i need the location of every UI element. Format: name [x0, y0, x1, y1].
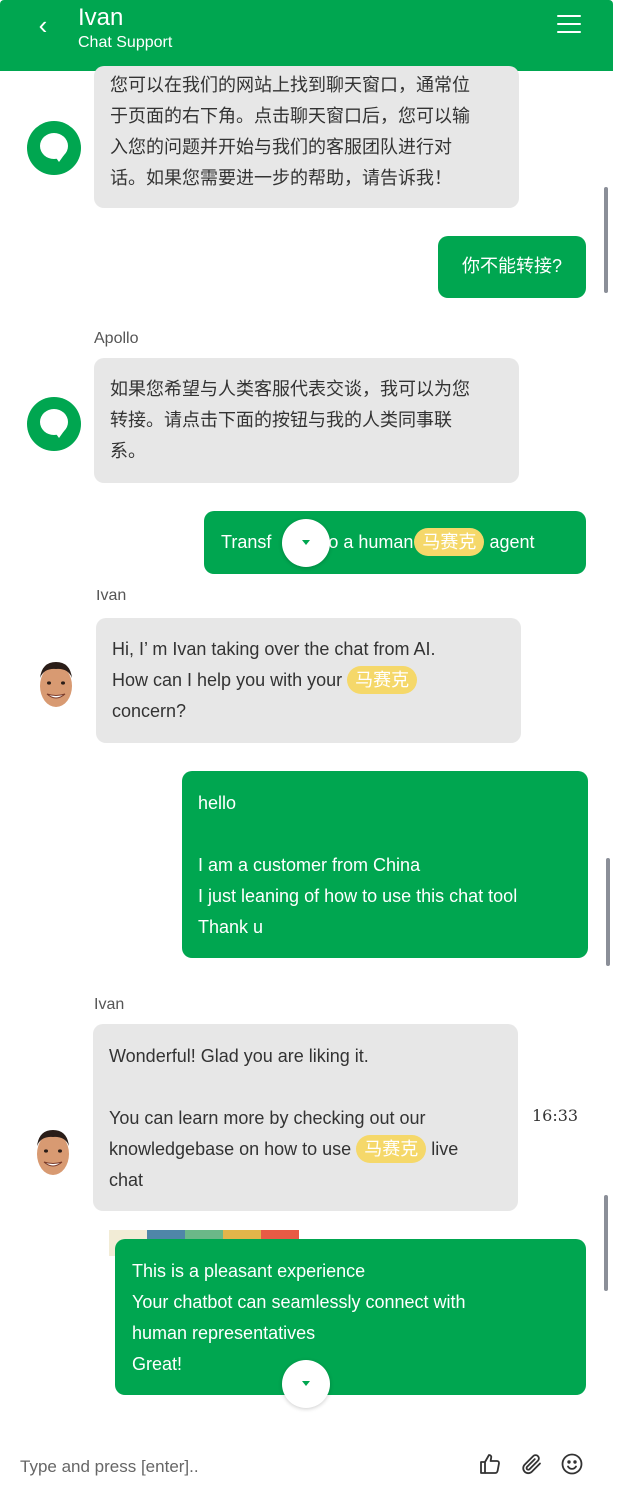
- message-timestamp: 16:33: [532, 1106, 579, 1125]
- scrollbar-thumb[interactable]: [604, 187, 608, 293]
- scrollbar-thumb[interactable]: [604, 1195, 608, 1291]
- message-text: to a human: [323, 532, 414, 552]
- scroll-down-button[interactable]: [282, 1360, 330, 1408]
- message-text: 您可以在我们的网站上找到聊天窗口，通常位 于页面的右下角。点击聊天窗口后，您可以…: [110, 75, 470, 188]
- back-button[interactable]: ‹: [30, 12, 56, 40]
- message-text: live: [431, 1139, 459, 1159]
- header-subtitle: Chat Support: [78, 34, 173, 51]
- message-text: Wonderful! Glad you are liking it.: [109, 1046, 369, 1066]
- message-text: Transf: [221, 532, 272, 552]
- user-message: This is a pleasant experience Your chatb…: [115, 1239, 586, 1395]
- bot-message: 您可以在我们的网站上找到聊天窗口，通常位 于页面的右下角。点击聊天窗口后，您可以…: [94, 66, 519, 208]
- bot-avatar: [27, 397, 81, 451]
- agent-message: Hi, I’ m Ivan taking over the chat from …: [96, 618, 521, 743]
- message-text: knowledgebase on how to use: [109, 1139, 352, 1159]
- menu-icon[interactable]: [557, 15, 581, 37]
- message-input[interactable]: [20, 1454, 440, 1480]
- transfer-to-agent-button[interactable]: Transf to a human 马赛克 agent: [204, 511, 586, 574]
- mosaic-mask: 马赛克: [414, 528, 485, 556]
- agent-name: Ivan: [78, 4, 124, 31]
- sender-name: Ivan: [94, 996, 125, 1013]
- message-text: 你不能转接?: [461, 256, 562, 276]
- sender-name: Apollo: [94, 330, 139, 347]
- scroll-down-button[interactable]: [282, 519, 330, 567]
- message-text: This is a pleasant experience Your chatb…: [132, 1261, 466, 1374]
- composer-bar: [0, 1430, 613, 1498]
- smiley-icon[interactable]: [560, 1452, 584, 1476]
- message-text: hello I am a customer from China I just …: [198, 793, 518, 937]
- agent-avatar: [40, 662, 72, 707]
- chat-header: ‹ Ivan Chat Support: [0, 0, 613, 71]
- paperclip-icon[interactable]: [520, 1452, 544, 1476]
- agent-avatar: [37, 1130, 69, 1175]
- message-text: agent: [489, 532, 535, 552]
- message-text: Hi, I’ m Ivan taking over the chat from …: [112, 639, 436, 659]
- message-text: How can I help you with your: [112, 670, 343, 690]
- user-message: hello I am a customer from China I just …: [182, 771, 588, 958]
- agent-message: Wonderful! Glad you are liking it. You c…: [93, 1024, 518, 1257]
- scrollbar-thumb[interactable]: [606, 858, 610, 966]
- message-text: You can learn more by checking out our: [109, 1108, 426, 1128]
- message-text: 如果您希望与人类客服代表交谈，我可以为您 转接。请点击下面的按钮与我的人类同事联…: [110, 379, 470, 461]
- bot-avatar: [27, 121, 81, 175]
- bot-message: 如果您希望与人类客服代表交谈，我可以为您 转接。请点击下面的按钮与我的人类同事联…: [94, 358, 519, 483]
- mosaic-strip: [109, 1199, 299, 1257]
- thumbs-up-icon[interactable]: [478, 1452, 502, 1476]
- message-text: concern?: [112, 701, 187, 721]
- mosaic-mask: 马赛克: [356, 1135, 427, 1163]
- mosaic-mask: 马赛克: [347, 666, 418, 694]
- sender-name: Ivan: [96, 590, 127, 604]
- user-message: 你不能转接?: [438, 236, 586, 298]
- message-text: chat: [109, 1170, 144, 1190]
